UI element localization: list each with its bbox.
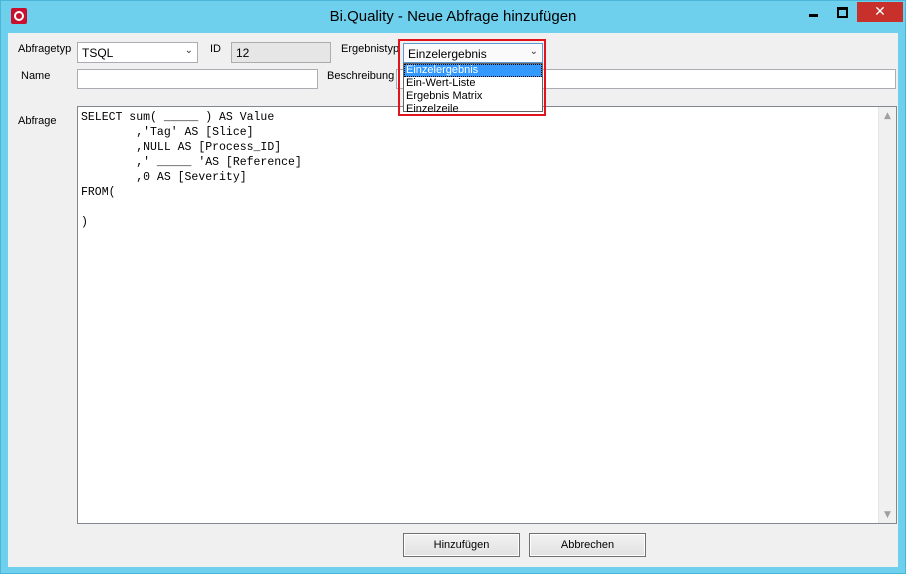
name-input[interactable]: [77, 69, 318, 89]
ergebnistyp-label: Ergebnistyp: [341, 43, 400, 55]
id-field: 12: [231, 42, 331, 63]
abfragetyp-label: Abfragetyp: [18, 43, 72, 55]
dialog-content: Abfragetyp TSQL ⌄ ID 12 Ergebnistyp Name…: [8, 33, 898, 567]
query-editor[interactable]: SELECT sum( _____ ) AS Value ,'Tag' AS […: [77, 106, 897, 524]
minimize-button[interactable]: [799, 2, 827, 22]
editor-scrollbar[interactable]: ▲ ▼: [878, 107, 896, 523]
dropdown-option[interactable]: Ein-Wert-Liste: [404, 77, 542, 90]
abfragetyp-select[interactable]: TSQL ⌄: [77, 42, 198, 63]
dialog-window: Bi.Quality - Neue Abfrage hinzufügen ✕ A…: [0, 0, 906, 574]
close-button[interactable]: ✕: [857, 2, 903, 22]
add-button[interactable]: Hinzufügen: [403, 533, 520, 557]
maximize-button[interactable]: [828, 2, 856, 22]
dropdown-option[interactable]: Einzelergebnis: [404, 64, 542, 77]
maximize-icon: [836, 6, 848, 18]
id-value: 12: [236, 46, 250, 60]
chevron-down-icon: ⌄: [529, 46, 538, 57]
dropdown-option[interactable]: Einzelzeile: [404, 103, 542, 116]
abfrage-label: Abfrage: [18, 115, 57, 127]
close-icon: ✕: [874, 4, 886, 20]
scroll-down-icon[interactable]: ▼: [879, 506, 896, 523]
title-bar[interactable]: Bi.Quality - Neue Abfrage hinzufügen ✕: [1, 1, 905, 33]
name-label: Name: [21, 70, 51, 82]
ergebnistyp-select[interactable]: Einzelergebnis ⌄: [403, 43, 543, 63]
chevron-down-icon: ⌄: [184, 45, 193, 56]
window-title: Bi.Quality - Neue Abfrage hinzufügen: [329, 8, 577, 25]
query-text[interactable]: SELECT sum( _____ ) AS Value ,'Tag' AS […: [81, 110, 302, 230]
beschreibung-label: Beschreibung: [327, 70, 395, 82]
cancel-button[interactable]: Abbrechen: [529, 533, 646, 557]
ergebnistyp-dropdown-list: Einzelergebnis Ein-Wert-Liste Ergebnis M…: [403, 63, 543, 115]
ergebnistyp-value: Einzelergebnis: [408, 47, 487, 61]
dropdown-option[interactable]: Ergebnis Matrix: [404, 90, 542, 103]
id-label: ID: [210, 43, 221, 55]
minimize-icon: [808, 13, 818, 17]
abfragetyp-value: TSQL: [82, 46, 114, 60]
scroll-up-icon[interactable]: ▲: [879, 107, 896, 124]
